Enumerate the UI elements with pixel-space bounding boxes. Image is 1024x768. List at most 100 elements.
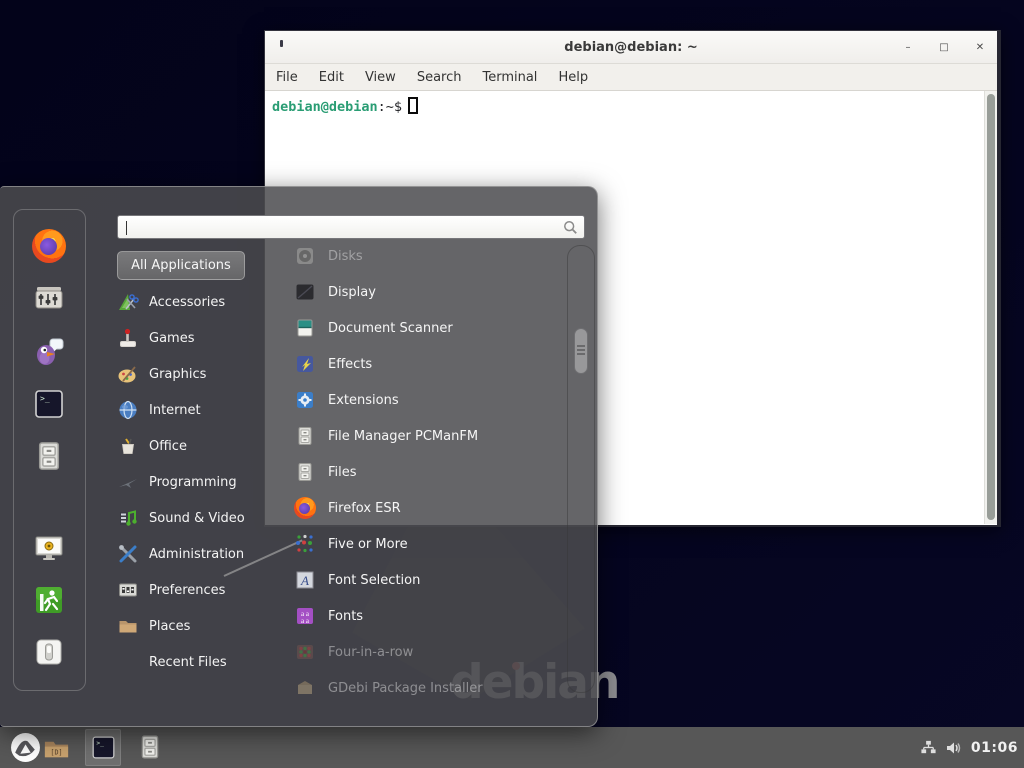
minimize-button[interactable]: – — [901, 42, 915, 53]
menu-scrollbar[interactable] — [567, 245, 595, 693]
graphics-icon — [117, 363, 139, 385]
clock[interactable]: 01:06 — [971, 740, 1018, 756]
menu-search-box[interactable] — [117, 215, 585, 239]
search-caret — [126, 221, 127, 235]
network-icon[interactable] — [920, 739, 937, 756]
terminal-icon: >_ — [90, 734, 117, 761]
category-preferences[interactable]: Preferences — [117, 572, 267, 608]
app-file-manager-pcmanfm[interactable]: File Manager PCManFM — [270, 418, 566, 454]
accessories-icon — [117, 291, 139, 313]
category-places[interactable]: Places — [117, 608, 267, 644]
prompt-suffix: :~$ — [378, 99, 402, 115]
applications-menu: >_ All Applications Accessories — [0, 186, 598, 727]
volume-icon[interactable] — [945, 739, 963, 757]
file-cabinet-icon — [136, 733, 164, 761]
app-effects[interactable]: Effects — [270, 346, 566, 382]
category-recent-files[interactable]: Recent Files — [117, 644, 267, 680]
app-five-or-more[interactable]: Five or More — [270, 526, 566, 562]
close-button[interactable]: ✕ — [973, 42, 987, 53]
fonts-icon: a aa a — [294, 605, 316, 627]
sound-video-icon — [117, 507, 139, 529]
category-programming[interactable]: Programming — [117, 464, 267, 500]
category-office[interactable]: Office — [117, 428, 267, 464]
shell-prompt: debian@debian:~$ — [272, 97, 418, 115]
firefox-favorite-icon[interactable] — [32, 229, 66, 263]
terminal-favorite-icon[interactable]: >_ — [32, 387, 66, 421]
terminal-cursor — [408, 97, 418, 114]
pidgin-favorite-icon[interactable] — [32, 334, 66, 368]
category-accessories[interactable]: Accessories — [117, 284, 267, 320]
lock-screen-icon[interactable] — [32, 531, 66, 565]
five-or-more-icon — [294, 533, 316, 555]
menu-launcher-button[interactable] — [10, 732, 41, 767]
effects-icon — [294, 353, 316, 375]
category-games[interactable]: Games — [117, 320, 267, 356]
desktop: debian debian@debian: ~ – □ ✕ File Edit … — [0, 0, 1024, 768]
internet-icon — [117, 399, 139, 421]
application-list: Disks Display Document Scanner Effects E… — [270, 238, 566, 706]
extensions-icon — [294, 389, 316, 411]
preferences-icon — [117, 579, 139, 601]
menu-file[interactable]: File — [276, 70, 298, 85]
administration-icon — [117, 543, 139, 565]
terminal-window-title: debian@debian: ~ — [564, 40, 697, 55]
terminal-scrollbar-thumb[interactable] — [987, 94, 995, 520]
file-cabinet-icon — [294, 425, 316, 447]
app-firefox-esr[interactable]: Firefox ESR — [270, 490, 566, 526]
app-disks[interactable]: Disks — [270, 238, 566, 274]
menu-launcher-icon — [10, 732, 41, 763]
menu-edit[interactable]: Edit — [319, 70, 344, 85]
menu-view[interactable]: View — [365, 70, 396, 85]
log-out-icon[interactable] — [32, 583, 66, 617]
all-applications-button[interactable]: All Applications — [117, 251, 245, 280]
prompt-user-host: debian@debian — [272, 99, 378, 115]
disks-icon — [294, 245, 316, 267]
svg-text:a a: a a — [301, 617, 310, 625]
search-input[interactable] — [118, 216, 584, 238]
svg-text:A: A — [300, 573, 309, 588]
terminal-scrollbar[interactable] — [984, 91, 997, 524]
app-four-in-a-row[interactable]: Four-in-a-row — [270, 634, 566, 670]
category-list: Accessories Games Graphics Internet Offi… — [117, 284, 267, 680]
menu-scrollbar-thumb[interactable] — [574, 328, 588, 374]
programming-icon — [117, 471, 139, 493]
app-files[interactable]: Files — [270, 454, 566, 490]
menu-search[interactable]: Search — [417, 70, 462, 85]
app-document-scanner[interactable]: Document Scanner — [270, 310, 566, 346]
display-icon — [294, 281, 316, 303]
app-font-selection[interactable]: A Font Selection — [270, 562, 566, 598]
svg-text:>_: >_ — [40, 394, 50, 403]
app-extensions[interactable]: Extensions — [270, 382, 566, 418]
folder-icon: [D] — [42, 734, 71, 763]
svg-text:>_: >_ — [96, 740, 104, 747]
file-manager-taskbar-button[interactable]: [D] — [42, 734, 71, 767]
terminal-titlebar[interactable]: debian@debian: ~ – □ ✕ — [265, 31, 997, 64]
svg-text:[D]: [D] — [50, 748, 62, 756]
maximize-button[interactable]: □ — [937, 42, 951, 53]
search-icon — [563, 220, 578, 235]
four-in-a-row-icon — [294, 641, 316, 663]
terminal-window-icon — [280, 40, 289, 52]
font-selection-icon: A — [294, 569, 316, 591]
terminal-menubar: File Edit View Search Terminal Help — [265, 64, 997, 91]
firefox-icon — [294, 497, 316, 519]
document-scanner-icon — [294, 317, 316, 339]
gdebi-icon — [294, 677, 316, 699]
places-icon — [117, 615, 139, 637]
menu-terminal[interactable]: Terminal — [482, 70, 537, 85]
app-display[interactable]: Display — [270, 274, 566, 310]
terminal-taskbar-button-active[interactable]: >_ — [85, 729, 121, 766]
category-sound-video[interactable]: Sound & Video — [117, 500, 267, 536]
category-graphics[interactable]: Graphics — [117, 356, 267, 392]
file-cabinet-icon — [294, 461, 316, 483]
app-fonts[interactable]: a aa a Fonts — [270, 598, 566, 634]
category-internet[interactable]: Internet — [117, 392, 267, 428]
app-gdebi-package-installer[interactable]: GDebi Package Installer — [270, 670, 566, 706]
files-taskbar-button[interactable] — [136, 733, 164, 765]
settings-mixer-favorite-icon[interactable] — [32, 282, 66, 316]
office-icon — [117, 435, 139, 457]
menu-help[interactable]: Help — [558, 70, 588, 85]
file-manager-favorite-icon[interactable] — [32, 439, 66, 473]
games-icon — [117, 327, 139, 349]
shut-down-icon[interactable] — [32, 635, 66, 669]
